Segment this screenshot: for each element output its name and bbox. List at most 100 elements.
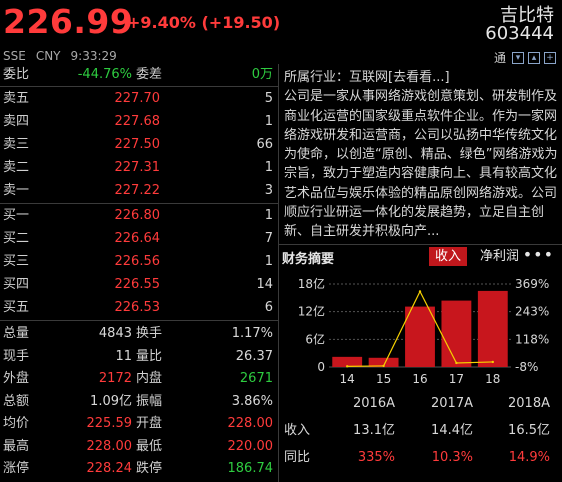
stat-label: 涨停 bbox=[3, 461, 30, 476]
stock-code: 603444 bbox=[485, 23, 554, 44]
stat-label: 均价 bbox=[3, 416, 30, 431]
currency: CNY bbox=[35, 49, 61, 63]
tab-net-profit[interactable]: 净利润 bbox=[474, 247, 525, 266]
x-tick-label: 16 bbox=[412, 372, 427, 386]
ask-row: 卖二 227.31 1 bbox=[0, 157, 278, 179]
ratio-value: -44.76% bbox=[77, 67, 132, 82]
bid-label: 买一 bbox=[3, 208, 30, 223]
stat-row: 总额 1.09亿 振幅 3.86% bbox=[0, 391, 278, 413]
stat-label: 量比 bbox=[136, 348, 163, 364]
stat-row: 均价 225.59 开盘 228.00 bbox=[0, 413, 278, 435]
stat-label: 现手 bbox=[3, 348, 30, 364]
bid-row: 买二 226.64 7 bbox=[0, 228, 278, 250]
stat-value: 2172 bbox=[98, 371, 132, 386]
x-tick-label: 17 bbox=[449, 372, 464, 386]
stat-value: 225.59 bbox=[86, 416, 133, 431]
stat-label: 振幅 bbox=[136, 393, 163, 409]
stat-row: 总量 4843 换手 1.17% bbox=[0, 323, 278, 345]
caret-down-icon[interactable]: ▾ bbox=[512, 51, 524, 64]
ask-volume: 66 bbox=[256, 137, 273, 152]
finance-chart: 18亿 369% 12亿 243% 6亿 118% 0 -8% 14 15 16 17 18 bbox=[298, 276, 550, 386]
stat-label: 跌停 bbox=[136, 461, 163, 476]
stat-row: 涨停 228.24 跌停 186.74 bbox=[0, 458, 278, 480]
yoy-growth-point bbox=[418, 290, 422, 293]
revenue-bar bbox=[405, 306, 435, 367]
bid-volume: 7 bbox=[264, 231, 273, 246]
stat-label: 外盘 bbox=[3, 371, 30, 386]
stat-label: 最低 bbox=[136, 438, 163, 454]
bid-volume: 6 bbox=[264, 300, 273, 315]
stat-value: 228.00 bbox=[227, 416, 274, 431]
cell: 14.4亿 bbox=[431, 423, 473, 438]
bid-price: 226.80 bbox=[114, 208, 161, 223]
ask-label: 卖四 bbox=[3, 114, 30, 129]
bid-label: 买二 bbox=[3, 231, 30, 246]
finance-revenue-row: 收入 13.1亿 14.4亿 16.5亿 bbox=[279, 417, 562, 445]
divider bbox=[0, 86, 278, 87]
stat-value: 11 bbox=[115, 348, 132, 364]
ask-volume: 1 bbox=[264, 160, 273, 175]
x-tick-label: 18 bbox=[485, 372, 500, 386]
ask-volume: 5 bbox=[264, 91, 273, 106]
row-label: 同比 bbox=[284, 450, 311, 465]
finance-yoy-row: 同比 335% 10.3% 14.9% bbox=[279, 444, 562, 472]
finance-header: 财务摘要 收入 净利润 ••• bbox=[279, 244, 562, 267]
revenue-bar bbox=[441, 300, 472, 367]
cell: 10.3% bbox=[431, 450, 473, 465]
industry-link[interactable]: 所属行业：互联网[去看看...] bbox=[284, 68, 558, 87]
order-book-panel: 委比 -44.76% 委差 0万 卖五 227.70 5 卖四 227.68 1 卖三 227… bbox=[0, 64, 278, 482]
bid-price: 226.55 bbox=[114, 277, 161, 292]
exchange: SSE bbox=[3, 49, 26, 63]
stat-value: 4843 bbox=[98, 326, 132, 341]
left-tick-label: 12亿 bbox=[298, 304, 325, 319]
stat-row: 现手 11 量比 26.37 bbox=[0, 346, 278, 368]
right-tick-label: -8% bbox=[515, 360, 538, 374]
ratio-row: 委比 -44.76% 委差 0万 bbox=[0, 64, 278, 86]
ask-price: 227.50 bbox=[114, 137, 161, 152]
ask-row: 卖一 227.22 3 bbox=[0, 180, 278, 202]
bid-label: 买三 bbox=[3, 254, 30, 269]
bid-price: 226.64 bbox=[114, 231, 161, 246]
bid-row: 买四 226.55 14 bbox=[0, 274, 278, 296]
ask-row: 卖五 227.70 5 bbox=[0, 88, 278, 110]
price-change: +9.40% (+19.50) bbox=[127, 13, 281, 32]
ask-row: 卖四 227.68 1 bbox=[0, 111, 278, 133]
quote-meta: SSE CNY 9:33:29 bbox=[3, 49, 127, 63]
tab-revenue[interactable]: 收入 bbox=[429, 247, 468, 266]
bid-label: 买四 bbox=[3, 277, 30, 292]
stat-label: 总量 bbox=[3, 326, 30, 341]
ratio-label: 委比 bbox=[3, 67, 30, 82]
divider bbox=[0, 320, 278, 321]
ask-price: 227.22 bbox=[114, 183, 161, 198]
revenue-bar bbox=[477, 290, 508, 367]
last-price: 226.99 bbox=[3, 2, 134, 41]
cell: 13.1亿 bbox=[353, 423, 395, 438]
stat-label: 换手 bbox=[136, 326, 163, 341]
diff-value: 0万 bbox=[251, 67, 273, 82]
bid-price: 226.53 bbox=[114, 300, 161, 315]
plus-icon[interactable]: + bbox=[544, 51, 556, 64]
stat-value: 3.86% bbox=[231, 393, 273, 409]
ask-label: 卖五 bbox=[3, 91, 30, 106]
stat-value: 1.17% bbox=[231, 326, 273, 341]
cell: 16.5亿 bbox=[508, 423, 550, 438]
diff-label: 委差 bbox=[136, 67, 163, 82]
caret-up-icon[interactable]: ▴ bbox=[528, 51, 540, 64]
stat-value: 228.00 bbox=[86, 438, 133, 454]
stat-row: 外盘 2172 内盘 2671 bbox=[0, 368, 278, 390]
ask-price: 227.68 bbox=[114, 114, 161, 129]
quote-time: 9:33:29 bbox=[70, 49, 117, 63]
year-col: 2018A bbox=[508, 396, 550, 411]
left-tick-label: 0 bbox=[317, 360, 325, 374]
x-tick-label: 15 bbox=[376, 372, 391, 386]
right-tick-label: 118% bbox=[515, 332, 549, 346]
divider bbox=[0, 203, 278, 204]
more-icon[interactable]: ••• bbox=[523, 245, 554, 264]
bid-volume: 1 bbox=[264, 208, 273, 223]
bid-volume: 14 bbox=[256, 277, 273, 292]
quote-header: 226.99 +9.40% (+19.50) SSE CNY 9:33:29 吉比特… bbox=[0, 0, 562, 65]
profile-text: 公司是一家从事网络游戏创意策划、研发制作及商业化运营的国家级重点软件企业。作为一… bbox=[284, 89, 558, 240]
left-tick-label: 18亿 bbox=[298, 276, 325, 291]
year-col: 2017A bbox=[431, 396, 473, 411]
stat-value: 2671 bbox=[239, 371, 273, 386]
